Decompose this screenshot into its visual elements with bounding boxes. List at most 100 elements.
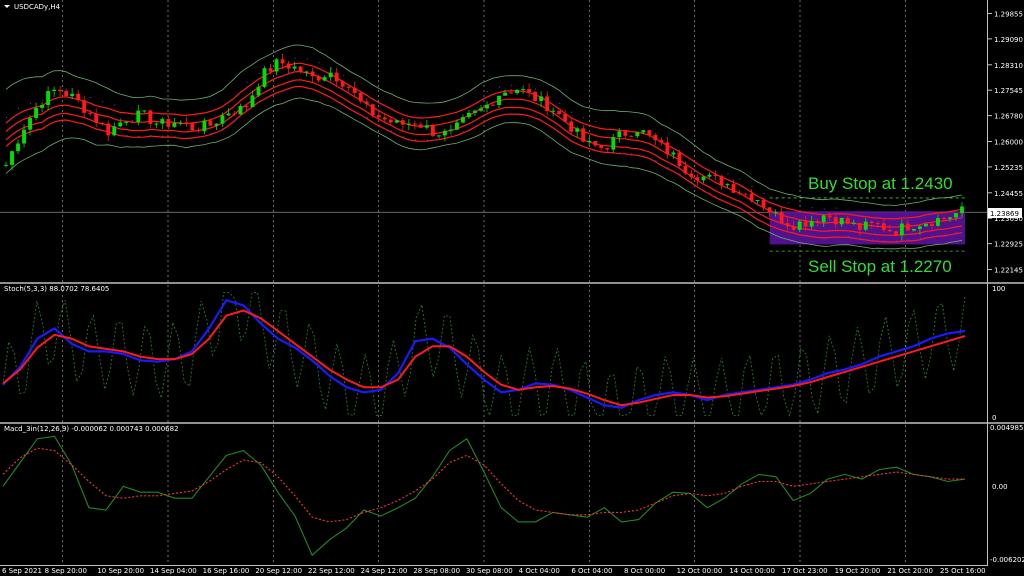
candle-body bbox=[406, 123, 411, 125]
candle-body bbox=[569, 121, 574, 132]
symbol-title: USDCADy,H4 bbox=[14, 3, 61, 11]
candle-body bbox=[449, 129, 453, 131]
candle-body bbox=[653, 135, 658, 141]
candle-body bbox=[58, 89, 63, 92]
candle-body bbox=[647, 130, 652, 136]
candle-body bbox=[665, 142, 670, 155]
candle-body bbox=[220, 115, 225, 124]
candle-body bbox=[28, 118, 32, 130]
candle-body bbox=[40, 105, 45, 108]
candle-body bbox=[473, 110, 477, 113]
candle-body bbox=[954, 213, 958, 218]
candle-body bbox=[358, 92, 363, 102]
candle-body bbox=[178, 122, 183, 124]
candle-body bbox=[761, 200, 766, 208]
time-tick-label: 25 Oct 16:00 bbox=[940, 567, 986, 575]
candle-body bbox=[863, 221, 868, 230]
current-price-label: 1.23869 bbox=[990, 210, 1019, 218]
time-tick-label: 4 Oct 04:00 bbox=[519, 567, 560, 575]
candle-body bbox=[509, 92, 513, 94]
candle-body bbox=[268, 68, 273, 72]
candle-body bbox=[695, 177, 700, 181]
candle-body bbox=[875, 222, 880, 224]
candle-body bbox=[196, 130, 201, 132]
trading-chart[interactable]: USDCADy,H4 Buy Stop at 1.2430 Sell Stop … bbox=[0, 0, 1024, 576]
candle-body bbox=[551, 110, 556, 112]
time-tick-label: 28 Sep 08:00 bbox=[413, 567, 460, 575]
candle-body bbox=[930, 223, 934, 226]
candle-body bbox=[611, 137, 616, 150]
candle-body bbox=[190, 123, 195, 131]
time-tick-label: 20 Sep 12:00 bbox=[255, 567, 302, 575]
candle-body bbox=[64, 91, 69, 97]
candle-body bbox=[911, 228, 916, 231]
candle-body bbox=[226, 113, 231, 116]
candle-body bbox=[809, 221, 814, 227]
candle-body bbox=[70, 93, 75, 97]
candle-body bbox=[485, 104, 489, 109]
candle-body bbox=[563, 113, 568, 122]
candle-body bbox=[677, 152, 682, 167]
time-tick-label: 10 Sep 20:00 bbox=[97, 567, 144, 575]
time-tick-label: 16 Sep 16:00 bbox=[203, 567, 250, 575]
candle-body bbox=[803, 221, 808, 227]
candle-body bbox=[851, 222, 856, 224]
candle-body bbox=[773, 211, 778, 213]
candle-body bbox=[821, 215, 826, 223]
candle-body bbox=[833, 217, 838, 225]
candle-body bbox=[208, 120, 213, 126]
candle-body bbox=[785, 223, 790, 227]
candle-body bbox=[148, 110, 153, 124]
candle-body bbox=[238, 105, 243, 115]
macd-tick-top: 0.004985 bbox=[990, 424, 1023, 432]
candle-body bbox=[250, 95, 255, 108]
candle-body bbox=[130, 121, 135, 123]
candle-body bbox=[400, 120, 405, 125]
candle-body bbox=[52, 89, 57, 92]
candle-body bbox=[376, 115, 381, 118]
candle-body bbox=[942, 218, 946, 220]
candle-body bbox=[22, 129, 26, 144]
candle-body bbox=[316, 76, 321, 81]
candle-body bbox=[827, 215, 832, 218]
candle-body bbox=[683, 166, 688, 174]
candle-body bbox=[917, 226, 922, 229]
time-tick-label: 24 Sep 12:00 bbox=[361, 567, 408, 575]
candle-body bbox=[791, 226, 796, 230]
candle-body bbox=[899, 223, 904, 236]
candle-body bbox=[701, 176, 706, 181]
candle-body bbox=[232, 113, 237, 115]
candle-body bbox=[575, 128, 580, 132]
candle-body bbox=[214, 123, 219, 126]
candle-body bbox=[106, 123, 111, 136]
candle-body bbox=[857, 222, 862, 230]
candle-body bbox=[581, 128, 586, 142]
candle-body bbox=[244, 105, 249, 108]
candle-body bbox=[539, 96, 544, 101]
candle-body bbox=[587, 141, 592, 143]
candle-body bbox=[202, 120, 207, 132]
candle-body bbox=[557, 110, 562, 114]
candle-body bbox=[515, 89, 519, 94]
candle-body bbox=[340, 81, 345, 87]
candle-body bbox=[310, 71, 315, 77]
time-tick-label: 17 Oct 23:00 bbox=[782, 567, 828, 575]
price-tick-label: 1.26000 bbox=[994, 138, 1023, 146]
candle-body bbox=[442, 130, 447, 136]
candle-body bbox=[641, 130, 646, 133]
candle-body bbox=[352, 87, 357, 93]
candle-body bbox=[461, 117, 465, 123]
time-tick-label: 6 Oct 04:00 bbox=[571, 567, 612, 575]
candle-body bbox=[124, 121, 129, 123]
time-axis: 6 Sep 2021 8 Sep 20:00 10 Sep 20:00 14 Sep … bbox=[2, 567, 986, 575]
candle-body bbox=[659, 140, 664, 143]
candle-body bbox=[424, 125, 429, 128]
candle-body bbox=[623, 131, 628, 136]
candle-body bbox=[599, 145, 604, 149]
candle-body bbox=[737, 192, 742, 194]
candle-body bbox=[749, 193, 754, 201]
stochastic-title: Stoch(5,3,3) 88.0702 78.6405 bbox=[4, 285, 109, 293]
time-tick-label: 21 Oct 20:00 bbox=[887, 567, 933, 575]
time-tick-label: 14 Oct 00:00 bbox=[729, 567, 775, 575]
candle-body bbox=[455, 122, 459, 130]
